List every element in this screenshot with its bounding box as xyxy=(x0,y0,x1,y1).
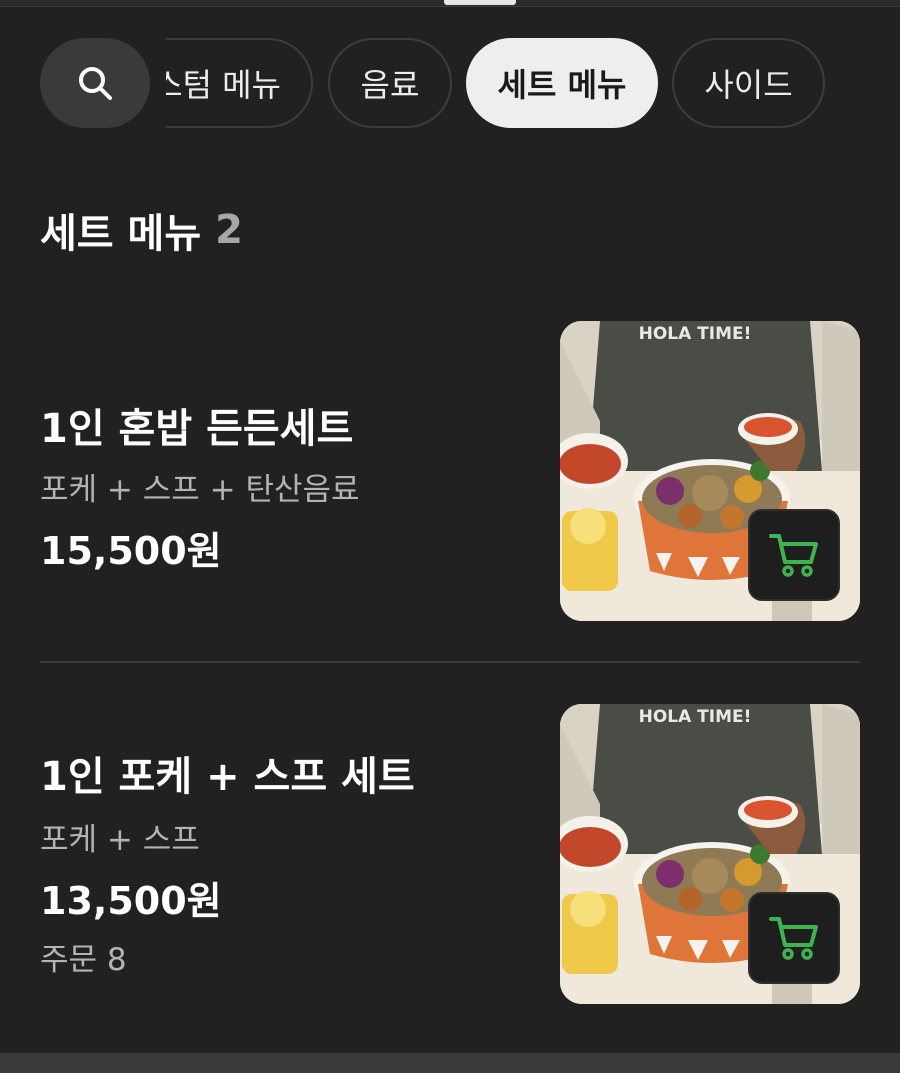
category-chip-drinks[interactable]: 음료 xyxy=(328,38,452,128)
menu-item-price: 13,500원 xyxy=(40,879,222,923)
add-to-cart-button[interactable] xyxy=(748,892,840,984)
menu-item-image[interactable]: HOLA TIME! xyxy=(560,321,860,621)
menu-item[interactable]: 1인 혼밥 든든세트 포케 + 스프 + 탄산음료 15,500원 HOLA T… xyxy=(40,320,860,622)
cart-icon xyxy=(769,917,818,960)
menu-item-description: 포케 + 스프 + 탄산음료 xyxy=(40,472,360,508)
search-button[interactable] xyxy=(40,38,150,128)
item-divider xyxy=(40,661,860,663)
category-chip-custom[interactable]: 스텀 메뉴 xyxy=(166,38,313,128)
category-bar: 스텀 메뉴 음료 세트 메뉴 사이드 xyxy=(0,38,900,128)
menu-item-image[interactable]: HOLA TIME! xyxy=(560,704,860,1004)
category-chip-side[interactable]: 사이드 xyxy=(672,38,825,128)
search-icon xyxy=(79,67,112,100)
menu-item-description: 포케 + 스프 xyxy=(40,822,200,858)
bottom-bar xyxy=(0,1053,900,1073)
section-title-label: 세트 메뉴 xyxy=(40,211,202,257)
cart-icon xyxy=(769,534,818,577)
menu-item-name: 1인 포케 + 스프 세트 xyxy=(40,754,415,800)
section-title: 세트 메뉴 2 xyxy=(40,200,243,260)
shirt-print-text: HOLA TIME! xyxy=(639,707,752,727)
add-to-cart-button[interactable] xyxy=(748,509,840,601)
drag-handle[interactable] xyxy=(444,0,516,5)
menu-item-price: 15,500원 xyxy=(40,529,222,573)
top-handle xyxy=(0,0,900,7)
menu-item-order-count: 주문 8 xyxy=(40,942,127,978)
section-item-count: 2 xyxy=(215,207,243,253)
menu-item[interactable]: 1인 포케 + 스프 세트 포케 + 스프 13,500원 주문 8 HOLA … xyxy=(40,704,860,1006)
category-chip-set-menu[interactable]: 세트 메뉴 xyxy=(466,38,658,128)
shirt-print-text: HOLA TIME! xyxy=(639,324,752,344)
menu-item-name: 1인 혼밥 든든세트 xyxy=(40,406,354,452)
